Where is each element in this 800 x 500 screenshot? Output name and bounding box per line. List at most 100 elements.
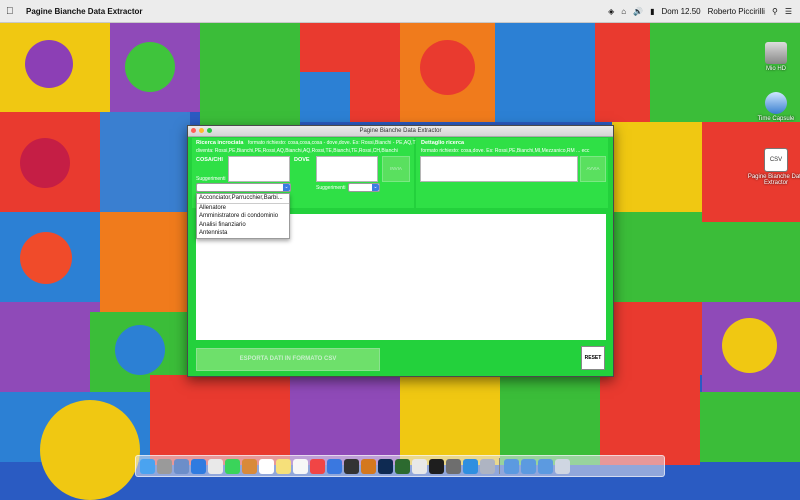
photos-icon[interactable] <box>344 458 359 474</box>
time-capsule-icon <box>765 92 787 114</box>
hard-drive-icon <box>765 42 787 64</box>
wallpaper-circle <box>722 318 777 373</box>
calendar-icon[interactable] <box>259 458 274 474</box>
app-icon[interactable] <box>480 458 495 474</box>
desktop-icon-time-capsule[interactable]: Time Capsule <box>746 92 800 122</box>
wallpaper-block <box>100 212 190 312</box>
suggerimenti-label-1: Suggerimenti <box>196 176 226 182</box>
wallpaper-block <box>400 375 500 465</box>
dettaglio-heading: Dettaglio ricerca <box>421 140 465 146</box>
wallpaper-circle <box>40 400 140 500</box>
cosa-input[interactable] <box>228 156 290 182</box>
trash-icon[interactable] <box>555 458 570 474</box>
status-area: ◈ ⌂ 🔊 ▮ Dom 12.50 Roberto Piccirilli ⚲ ☰ <box>608 7 792 16</box>
wallpaper-block <box>495 22 595 122</box>
dropdown-item[interactable]: Acconciator,Parrucchier,Barbi... <box>197 194 289 204</box>
safari-icon[interactable] <box>191 458 206 474</box>
dock <box>135 455 665 477</box>
downloads-folder-icon[interactable] <box>538 458 553 474</box>
reset-button[interactable]: RESET <box>581 346 605 370</box>
notes-icon[interactable] <box>276 458 291 474</box>
dropdown-item[interactable]: Analisi finanziario <box>197 221 289 230</box>
illustrator-icon[interactable] <box>361 458 376 474</box>
window-title: Pagine Bianche Data Extractor <box>359 128 442 134</box>
wifi-icon[interactable]: ⌂ <box>621 7 626 16</box>
app-store-icon[interactable] <box>327 458 342 474</box>
app-window: Pagine Bianche Data Extractor Ricerca in… <box>187 125 614 377</box>
wallpaper-block <box>100 112 190 212</box>
launchpad-icon[interactable] <box>157 458 172 474</box>
minimize-button[interactable] <box>199 128 204 133</box>
wallpaper-circle <box>115 325 165 375</box>
wallpaper-block <box>612 302 702 375</box>
clock[interactable]: Dom 12.50 <box>661 7 700 16</box>
wallpaper-block <box>290 375 400 465</box>
avvia-button[interactable]: AVVIA <box>580 156 606 182</box>
wallpaper-block <box>200 22 300 132</box>
desktop-icon-label: Mio HD <box>765 66 786 72</box>
dropdown-item[interactable]: Antennista <box>197 229 289 238</box>
apple-icon[interactable]:  <box>6 6 20 17</box>
contacts-icon[interactable] <box>242 458 257 474</box>
export-csv-button[interactable]: ESPORTA DATI IN FORMATO CSV <box>196 348 380 371</box>
zoom-button[interactable] <box>207 128 212 133</box>
invia-button[interactable]: INVIA <box>382 156 410 182</box>
wallpaper-block <box>595 22 650 122</box>
wallpaper-block <box>612 212 702 302</box>
wallpaper-block <box>500 375 600 465</box>
dove-label: DOVE <box>294 157 310 163</box>
csv-file-icon: CSV <box>764 148 788 172</box>
spotlight-icon[interactable]: ⚲ <box>772 7 778 16</box>
photoshop-icon[interactable] <box>378 458 393 474</box>
wallpaper-circle <box>25 40 73 88</box>
notification-center-icon[interactable]: ☰ <box>785 7 792 16</box>
dock-separator <box>499 458 500 474</box>
desktop-icon-csv-app[interactable]: CSV Pagine Bianche Data Extractor <box>746 148 800 186</box>
desktop-icon-mio-hd[interactable]: Mio HD <box>746 42 800 72</box>
mission-control-icon[interactable] <box>174 458 189 474</box>
terminal-icon[interactable] <box>429 458 444 474</box>
mail-icon[interactable] <box>208 458 223 474</box>
dettaglio-input[interactable] <box>420 156 578 182</box>
suggestions-dropdown: Acconciator,Parrucchier,Barbi... Allenat… <box>196 193 290 239</box>
dropdown-item[interactable]: Allenatore <box>197 204 289 213</box>
dettaglio-format-hint: formato richiesto: cosa,dove. Es: Rossi,… <box>421 148 590 154</box>
wallpaper-block <box>600 375 700 465</box>
ricerca-format-hint: formato richiesto: cosa,cosa,cosa - dove… <box>248 140 428 146</box>
user-name[interactable]: Roberto Piccirilli <box>708 7 765 16</box>
system-preferences-icon[interactable] <box>446 458 461 474</box>
dropbox-icon[interactable]: ◈ <box>608 7 614 16</box>
textedit-icon[interactable] <box>412 458 427 474</box>
window-titlebar[interactable]: Pagine Bianche Data Extractor <box>188 126 613 137</box>
wallpaper-block <box>612 122 702 212</box>
wallpaper-circle <box>125 42 175 92</box>
wallpaper-block <box>150 375 290 465</box>
volume-icon[interactable]: 🔊 <box>633 7 643 16</box>
window-controls <box>191 128 212 133</box>
wallpaper-block <box>300 72 350 122</box>
desktop-icon-label: Time Capsule <box>757 116 795 122</box>
finder-icon[interactable] <box>140 458 155 474</box>
app-menu-name[interactable]: Pagine Bianche Data Extractor <box>26 7 142 16</box>
wallpaper-block <box>700 392 800 462</box>
dropdown-item[interactable]: Amministratore di condominio <box>197 212 289 221</box>
wallpaper-block <box>0 302 100 392</box>
close-button[interactable] <box>191 128 196 133</box>
skype-icon[interactable] <box>463 458 478 474</box>
ricerca-example: diventa: Rossi,PE,Bianchi,PE,Rossi,AQ,Bi… <box>196 148 398 154</box>
applications-folder-icon[interactable] <box>504 458 519 474</box>
wallpaper-block <box>350 72 400 122</box>
desktop-icon-label: Pagine Bianche Data Extractor <box>747 174 800 186</box>
dreamweaver-icon[interactable] <box>395 458 410 474</box>
dove-input[interactable] <box>316 156 378 182</box>
reminders-icon[interactable] <box>293 458 308 474</box>
suggerimenti-select-dove[interactable]: ⌄ <box>348 183 380 192</box>
suggerimenti-label-2: Suggerimenti <box>316 185 346 191</box>
battery-icon[interactable]: ▮ <box>650 7 654 16</box>
suggerimenti-select-cosa[interactable]: ⌄ <box>196 183 291 192</box>
itunes-icon[interactable] <box>310 458 325 474</box>
ricerca-heading: Ricerca incrociata <box>196 140 244 146</box>
messages-icon[interactable] <box>225 458 240 474</box>
chevron-down-icon: ⌄ <box>283 184 290 191</box>
documents-folder-icon[interactable] <box>521 458 536 474</box>
